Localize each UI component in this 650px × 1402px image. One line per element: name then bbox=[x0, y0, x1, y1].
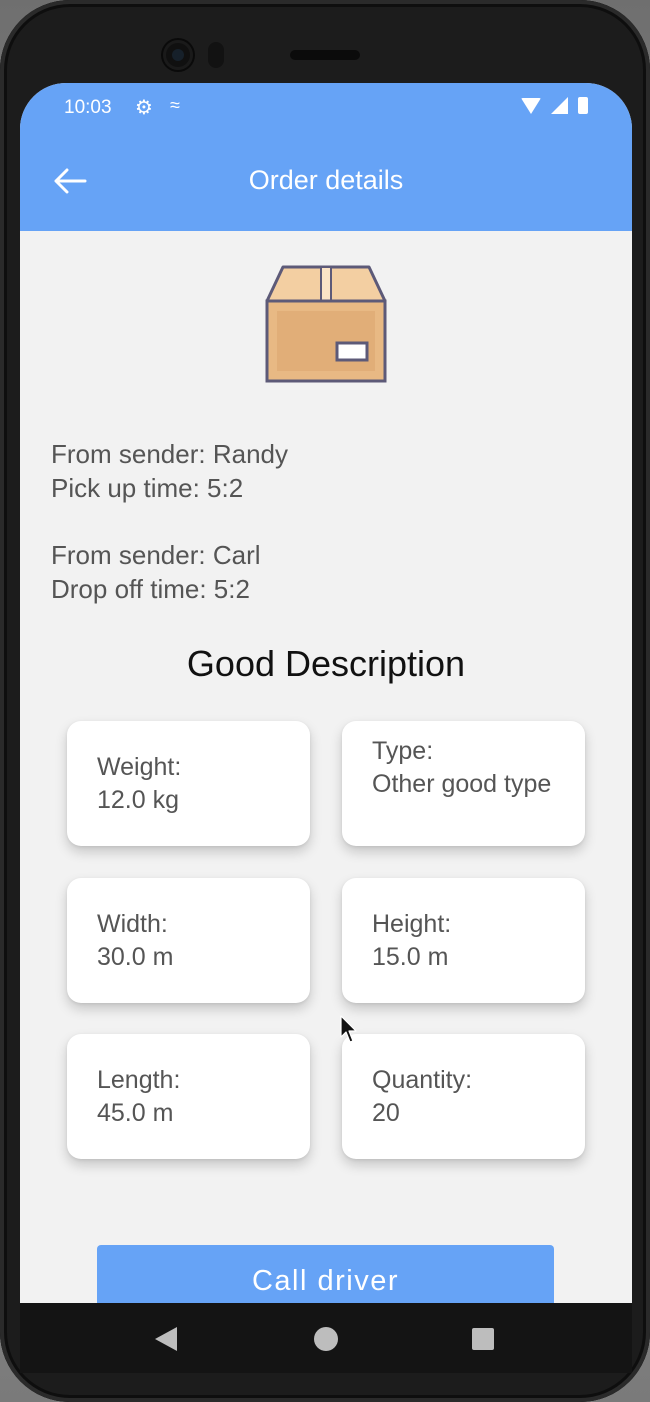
card-value: 12.0 kg bbox=[97, 786, 180, 814]
page-title: Order details bbox=[248, 165, 404, 195]
type-card: Type: Other good type bbox=[342, 721, 585, 846]
pickup-sender: From sender: Randy bbox=[51, 439, 288, 469]
settings-gear-icon: ⚙ bbox=[135, 97, 153, 119]
weight-card: Weight: 12.0 kg bbox=[67, 721, 310, 846]
card-label: Width: bbox=[97, 910, 168, 938]
earpiece-speaker bbox=[290, 50, 360, 60]
dropoff-info: From sender: Carl Drop off time: 5:2 bbox=[51, 538, 261, 606]
proximity-sensor bbox=[208, 42, 224, 68]
height-card: Height: 15.0 m bbox=[342, 878, 585, 1003]
good-description-title: Good Description bbox=[186, 643, 466, 684]
nav-recents-icon[interactable] bbox=[472, 1328, 494, 1350]
card-label: Type: bbox=[372, 737, 434, 765]
dropoff-sender: From sender: Carl bbox=[51, 540, 261, 570]
length-card: Length: 45.0 m bbox=[67, 1034, 310, 1159]
card-value: 30.0 m bbox=[97, 943, 174, 971]
card-value: 15.0 m bbox=[372, 943, 449, 971]
battery-icon bbox=[578, 97, 588, 114]
nav-back-icon[interactable] bbox=[155, 1327, 177, 1351]
dropoff-time: Drop off time: 5:2 bbox=[51, 574, 250, 604]
card-value: 20 bbox=[372, 1099, 400, 1127]
app-screen: 10:03 ⚙ ≈ Order details From sender: Ran… bbox=[20, 83, 632, 1303]
app-bar: Order details bbox=[20, 133, 632, 231]
notification-wave-icon: ≈ bbox=[170, 95, 180, 115]
wifi-icon bbox=[521, 97, 541, 114]
pickup-info: From sender: Randy Pick up time: 5:2 bbox=[51, 437, 288, 505]
pickup-time: Pick up time: 5:2 bbox=[51, 473, 244, 503]
nav-home-icon[interactable] bbox=[314, 1327, 338, 1351]
status-time: 10:03 bbox=[64, 97, 112, 118]
card-label: Quantity: bbox=[372, 1066, 473, 1094]
cell-signal-icon bbox=[551, 97, 568, 114]
card-label: Height: bbox=[372, 910, 452, 938]
card-value: 45.0 m bbox=[97, 1099, 174, 1127]
mouse-cursor-icon bbox=[340, 1015, 357, 1043]
quantity-card: Quantity: 20 bbox=[342, 1034, 585, 1159]
system-nav-bar bbox=[20, 1303, 632, 1373]
front-camera bbox=[163, 40, 193, 70]
phone-frame: 10:03 ⚙ ≈ Order details From sender: Ran… bbox=[0, 0, 650, 1402]
width-card: Width: 30.0 m bbox=[67, 878, 310, 1003]
card-label: Length: bbox=[97, 1066, 181, 1094]
card-value: Other good type bbox=[372, 770, 552, 798]
card-label: Weight: bbox=[97, 753, 182, 781]
package-box-icon bbox=[265, 265, 387, 383]
status-indicators bbox=[521, 97, 588, 114]
status-bar: 10:03 ⚙ ≈ bbox=[20, 83, 632, 133]
call-driver-button[interactable]: Call driver bbox=[97, 1245, 554, 1303]
